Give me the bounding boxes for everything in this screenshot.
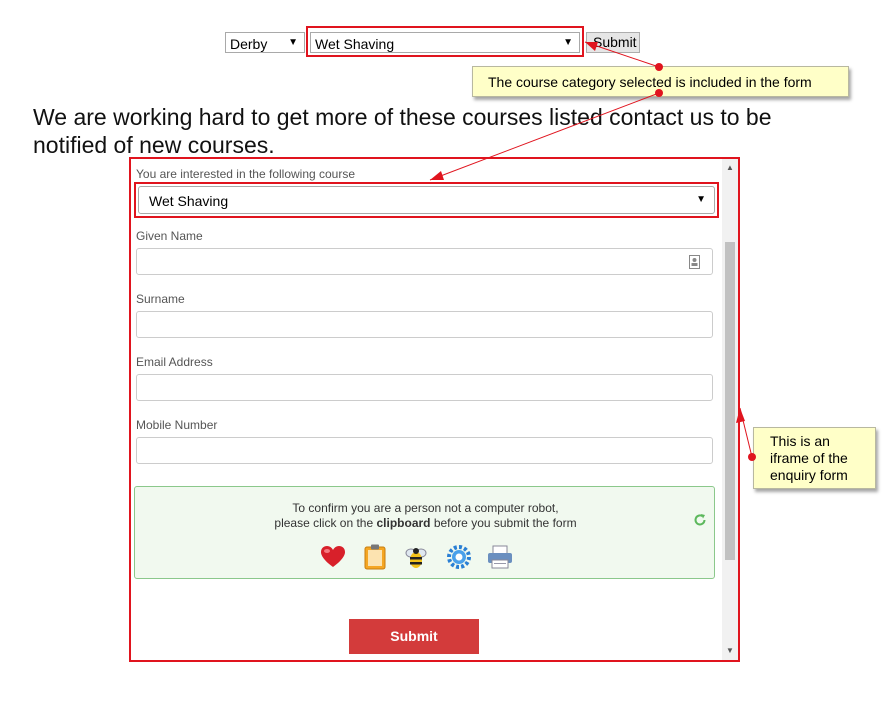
scrollbar-thumb[interactable] [725, 242, 735, 560]
location-select[interactable]: Derby ▼ [225, 32, 305, 53]
location-select-value: Derby [230, 36, 268, 52]
printer-icon[interactable] [487, 545, 513, 569]
course-label: You are interested in the following cour… [136, 167, 356, 181]
captcha-box: To confirm you are a person not a comput… [134, 486, 715, 579]
scroll-up-arrow-icon[interactable]: ▲ [726, 163, 734, 172]
dropdown-arrow-icon: ▼ [563, 37, 573, 48]
captcha-line-1: To confirm you are a person not a comput… [292, 501, 559, 515]
mobile-field[interactable] [136, 437, 713, 464]
category-select-value: Wet Shaving [315, 36, 395, 52]
headline-text: We are working hard to get more of these… [33, 104, 772, 158]
bee-icon[interactable] [403, 544, 429, 570]
course-select[interactable]: Wet Shaving ▼ [138, 186, 715, 214]
given-name-label: Given Name [136, 229, 203, 243]
clipboard-icon[interactable] [364, 544, 386, 570]
connector-line-iframe [739, 407, 753, 458]
category-select[interactable]: Wet Shaving ▼ [310, 32, 580, 53]
iframe-scrollbar[interactable]: ▲ ▼ [722, 159, 738, 660]
contact-card-icon [689, 255, 700, 269]
refresh-icon[interactable] [693, 513, 707, 527]
captcha-target-word: clipboard [376, 516, 431, 530]
heart-icon[interactable] [320, 545, 346, 569]
enquiry-iframe[interactable]: You are interested in the following cour… [129, 157, 740, 662]
email-label: Email Address [136, 355, 213, 369]
surname-field[interactable] [136, 311, 713, 338]
surname-label: Surname [136, 292, 185, 306]
dropdown-arrow-icon: ▼ [696, 194, 706, 205]
top-submit-button[interactable]: Submit [586, 32, 640, 53]
course-select-value: Wet Shaving [149, 193, 229, 209]
captcha-line-2: please click on the clipboard before you… [274, 516, 577, 530]
gear-icon[interactable] [446, 544, 472, 570]
dropdown-arrow-icon: ▼ [288, 37, 298, 48]
mobile-label: Mobile Number [136, 418, 218, 432]
form-submit-button[interactable]: Submit [349, 619, 479, 654]
captcha-instructions: To confirm you are a person not a comput… [135, 501, 716, 531]
given-name-field[interactable] [136, 248, 713, 275]
iframe-note: This is an iframe of the enquiry form [753, 427, 876, 489]
category-note: The course category selected is included… [472, 66, 849, 97]
scroll-down-arrow-icon[interactable]: ▼ [726, 646, 734, 655]
email-field[interactable] [136, 374, 713, 401]
